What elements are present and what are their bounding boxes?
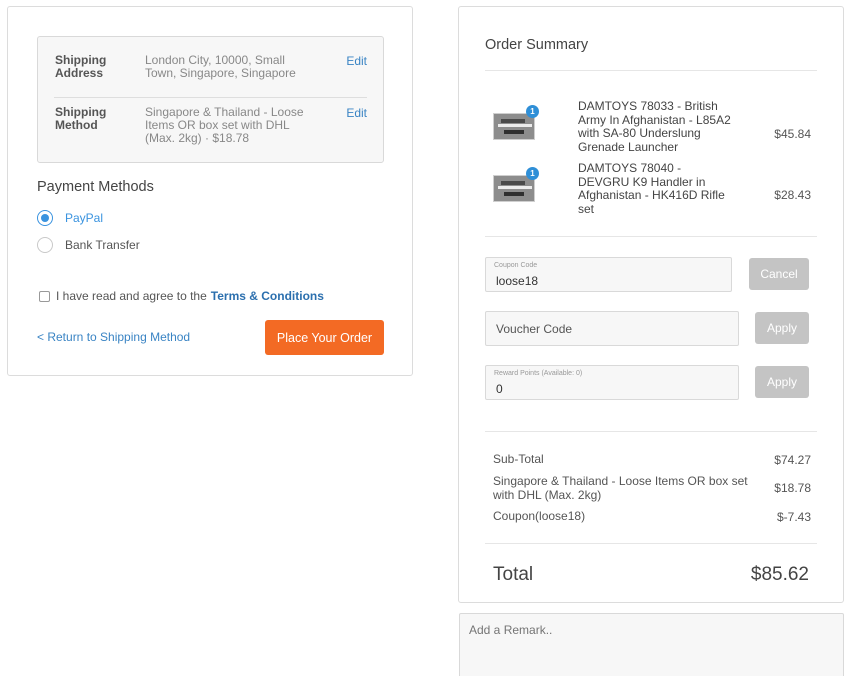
coupon-code-label: Coupon Code xyxy=(494,262,538,269)
shipping-info-box: Shipping Address London City, 10000, Sma… xyxy=(37,36,384,163)
payment-methods-title: Payment Methods xyxy=(37,179,154,195)
total-label: Total xyxy=(493,564,534,585)
remark-textarea[interactable] xyxy=(459,613,844,676)
edit-method-link[interactable]: Edit xyxy=(346,106,367,120)
cart-item-name: DAMTOYS 78040 - DEVGRU K9 Handler in Afg… xyxy=(578,161,725,216)
quantity-badge: 1 xyxy=(526,167,539,180)
payment-option-paypal[interactable]: PayPal xyxy=(37,210,103,226)
reward-points-value[interactable]: 0 xyxy=(496,382,503,396)
cart-item-name: DAMTOYS 78033 - British Army In Afghanis… xyxy=(578,99,731,154)
coupon-code-value[interactable]: loose18 xyxy=(496,274,538,288)
rifle-image-icon xyxy=(501,119,525,123)
rifle-image-icon xyxy=(501,181,525,185)
shipping-address-label: Shipping Address xyxy=(55,53,107,80)
info-divider xyxy=(54,97,367,98)
shipping-cost-value: $18.78 xyxy=(774,481,811,495)
divider xyxy=(485,543,817,544)
coupon-discount-label: Coupon(loose18) xyxy=(493,509,586,523)
terms-link[interactable]: Terms & Conditions xyxy=(211,289,324,303)
reward-apply-button[interactable]: Apply xyxy=(755,366,809,398)
voucher-code-placeholder[interactable]: Voucher Code xyxy=(496,322,572,336)
terms-checkbox[interactable] xyxy=(39,290,50,302)
divider xyxy=(485,236,817,237)
voucher-code-field[interactable]: Voucher Code xyxy=(485,311,739,346)
shipping-cost-label: Singapore & Thailand - Loose Items OR bo… xyxy=(493,474,748,502)
divider xyxy=(485,70,817,71)
return-to-shipping-link[interactable]: < Return to Shipping Method xyxy=(37,330,190,344)
radio-unchecked-icon[interactable] xyxy=(37,237,53,253)
quantity-badge: 1 xyxy=(526,105,539,118)
terms-text: I have read and agree to the xyxy=(56,289,207,303)
reward-points-label: Reward Points (Available: 0) xyxy=(494,370,583,377)
payment-option-bank-transfer[interactable]: Bank Transfer xyxy=(37,237,140,253)
shipping-method-label: Shipping Method xyxy=(55,105,107,132)
total-value: $85.62 xyxy=(750,564,809,585)
coupon-code-field[interactable]: Coupon Code loose18 xyxy=(485,257,732,292)
coupon-cancel-button[interactable]: Cancel xyxy=(749,258,809,290)
terms-agreement: I have read and agree to the Terms & Con… xyxy=(39,289,324,303)
edit-address-link[interactable]: Edit xyxy=(346,54,367,68)
radio-checked-icon[interactable] xyxy=(37,210,53,226)
order-summary-title: Order Summary xyxy=(485,37,589,53)
shipping-address-value: London City, 10000, Small Town, Singapor… xyxy=(145,53,296,80)
subtotal-label: Sub-Total xyxy=(493,452,544,466)
payment-option-label[interactable]: Bank Transfer xyxy=(65,238,140,252)
checkout-panel: Shipping Address London City, 10000, Sma… xyxy=(7,6,413,376)
voucher-apply-button[interactable]: Apply xyxy=(755,312,809,344)
divider xyxy=(485,431,817,432)
cart-item-price: $45.84 xyxy=(774,127,811,141)
shipping-method-value: Singapore & Thailand - Loose Items OR bo… xyxy=(145,105,304,145)
place-order-button[interactable]: Place Your Order xyxy=(265,320,384,355)
subtotal-value: $74.27 xyxy=(774,453,811,467)
payment-option-label[interactable]: PayPal xyxy=(65,211,103,225)
coupon-discount-value: $-7.43 xyxy=(776,510,811,524)
cart-item-price: $28.43 xyxy=(774,188,811,202)
reward-points-field[interactable]: Reward Points (Available: 0) 0 xyxy=(485,365,739,400)
order-summary-panel: Order Summary 1 DAMTOYS 78033 - British … xyxy=(458,6,844,603)
